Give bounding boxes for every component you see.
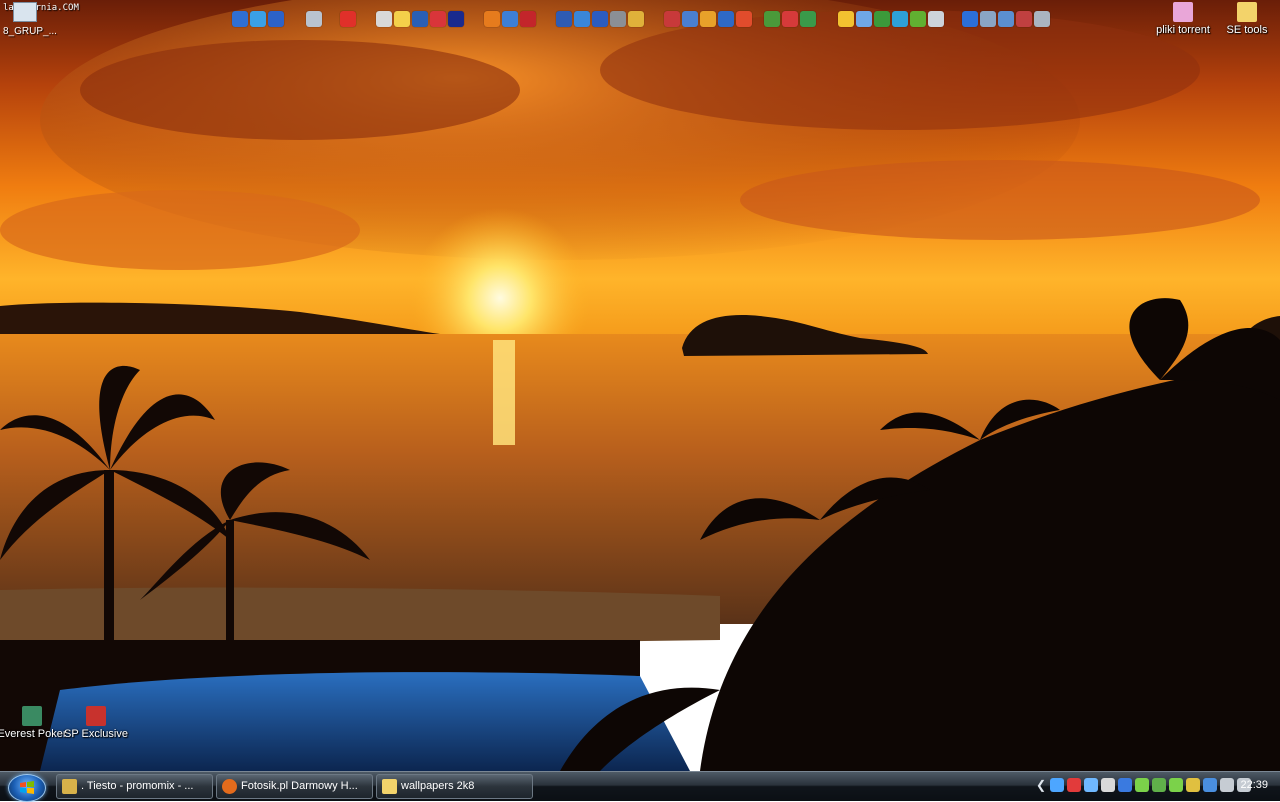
quick-launch-app-icon[interactable] (448, 11, 464, 27)
tray-app-icon[interactable] (1101, 778, 1115, 792)
quick-launch-app-icon[interactable] (610, 11, 626, 27)
start-button[interactable] (8, 774, 46, 802)
quick-launch-group (962, 9, 1050, 29)
quick-launch-group (838, 9, 944, 29)
quick-launch-app-icon[interactable] (306, 11, 322, 27)
quick-launch-app-icon[interactable] (892, 11, 908, 27)
taskbar-button-label: wallpapers 2k8 (401, 780, 475, 792)
desktop-icon-label-grup[interactable]: 8_GRUP_... (3, 26, 57, 37)
tray-app-icon[interactable] (1067, 778, 1081, 792)
quick-launch-app-icon[interactable] (928, 11, 944, 27)
quick-launch-app-icon[interactable] (718, 11, 734, 27)
quick-launch-app-icon[interactable] (268, 11, 284, 27)
music-icon (62, 779, 77, 794)
desktop-icon-label: SP Exclusive (64, 728, 128, 740)
quick-launch-app-icon[interactable] (700, 11, 716, 27)
tray-app-icon[interactable] (1118, 778, 1132, 792)
quick-launch-group (664, 9, 752, 29)
clock[interactable]: 22:39 (1240, 779, 1268, 791)
quick-launch-app-icon[interactable] (232, 11, 248, 27)
quick-launch-group (232, 9, 284, 29)
quick-launch-app-icon[interactable] (856, 11, 872, 27)
taskbar-button-fotosik[interactable]: Fotosik.pl Darmowy H... (216, 774, 373, 799)
quick-launch-app-icon[interactable] (1016, 11, 1032, 27)
folder-icon (1173, 2, 1193, 22)
desktop-wallpaper (0, 0, 1280, 771)
quick-launch-app-icon[interactable] (800, 11, 816, 27)
desktop-icon-pliki-torrent[interactable]: pliki torrent (1147, 2, 1219, 37)
system-tray: ❮ 22:39 (1032, 772, 1280, 801)
quick-launch-app-icon[interactable] (874, 11, 890, 27)
firefox-icon (222, 779, 237, 794)
quick-launch-app-icon[interactable] (574, 11, 590, 27)
quick-launch-app-icon[interactable] (782, 11, 798, 27)
quick-launch-app-icon[interactable] (838, 11, 854, 27)
desktop-icon-label: Everest Poker (0, 728, 67, 740)
poker-icon (22, 706, 42, 726)
quick-launch-group (484, 9, 536, 29)
tray-app-icon[interactable] (1169, 778, 1183, 792)
quick-launch-app-icon[interactable] (376, 11, 392, 27)
quick-launch-app-icon[interactable] (910, 11, 926, 27)
quick-launch-app-icon[interactable] (682, 11, 698, 27)
quick-launch-app-icon[interactable] (250, 11, 266, 27)
quick-launch-app-icon[interactable] (592, 11, 608, 27)
quick-launch-app-icon[interactable] (430, 11, 446, 27)
tray-app-icon[interactable] (1220, 778, 1234, 792)
quick-launch-app-icon[interactable] (998, 11, 1014, 27)
quick-launch-app-icon[interactable] (628, 11, 644, 27)
tray-app-icon[interactable] (1135, 778, 1149, 792)
tray-app-icon[interactable] (1186, 778, 1200, 792)
shortcut-icon[interactable] (13, 2, 37, 22)
taskbar-button-label: . Tiesto - promomix - ... (81, 780, 194, 792)
folder-icon (382, 779, 397, 794)
desktop-icon-label: pliki torrent (1156, 24, 1210, 36)
quick-launch-app-icon[interactable] (412, 11, 428, 27)
taskbar-button-label: Fotosik.pl Darmowy H... (241, 780, 358, 792)
quick-launch-app-icon[interactable] (394, 11, 410, 27)
quick-launch-app-icon[interactable] (484, 11, 500, 27)
quick-launch-group (764, 9, 816, 29)
quick-launch-group (556, 9, 644, 29)
folder-icon (1237, 2, 1257, 22)
quick-launch-app-icon[interactable] (664, 11, 680, 27)
windows-logo-icon (20, 781, 34, 794)
desktop-icon-se-tools[interactable]: SE tools (1211, 2, 1280, 37)
tray-app-icon[interactable] (1050, 778, 1064, 792)
game-icon (86, 706, 106, 726)
quick-launch-app-icon[interactable] (502, 11, 518, 27)
quick-launch-app-icon[interactable] (980, 11, 996, 27)
taskbar-button-tiesto[interactable]: . Tiesto - promomix - ... (56, 774, 213, 799)
desktop-icon-sp-exclusive[interactable]: SP Exclusive (60, 706, 132, 741)
quick-launch-app-icon[interactable] (520, 11, 536, 27)
tray-app-icon[interactable] (1203, 778, 1217, 792)
quick-launch-app-icon[interactable] (736, 11, 752, 27)
chevron-left-icon[interactable]: ❮ (1036, 778, 1046, 792)
tray-icons (1050, 778, 1251, 792)
desktop-icon-label: SE tools (1226, 24, 1268, 36)
tray-app-icon[interactable] (1084, 778, 1098, 792)
quick-launch-app-icon[interactable] (764, 11, 780, 27)
tray-app-icon[interactable] (1152, 778, 1166, 792)
quick-launch-app-icon[interactable] (1034, 11, 1050, 27)
taskbar-button-wallpapers[interactable]: wallpapers 2k8 (376, 774, 533, 799)
quick-launch-app-icon[interactable] (962, 11, 978, 27)
quick-launch-group (306, 9, 322, 29)
taskbar: . Tiesto - promomix - ... Fotosik.pl Dar… (0, 771, 1280, 802)
quick-launch-app-icon[interactable] (556, 11, 572, 27)
quick-launch-app-icon[interactable] (340, 11, 356, 27)
quick-launch-group (376, 9, 464, 29)
quick-launch-group (340, 9, 356, 29)
desktop-icon-everest-poker[interactable]: Everest Poker (0, 706, 68, 741)
